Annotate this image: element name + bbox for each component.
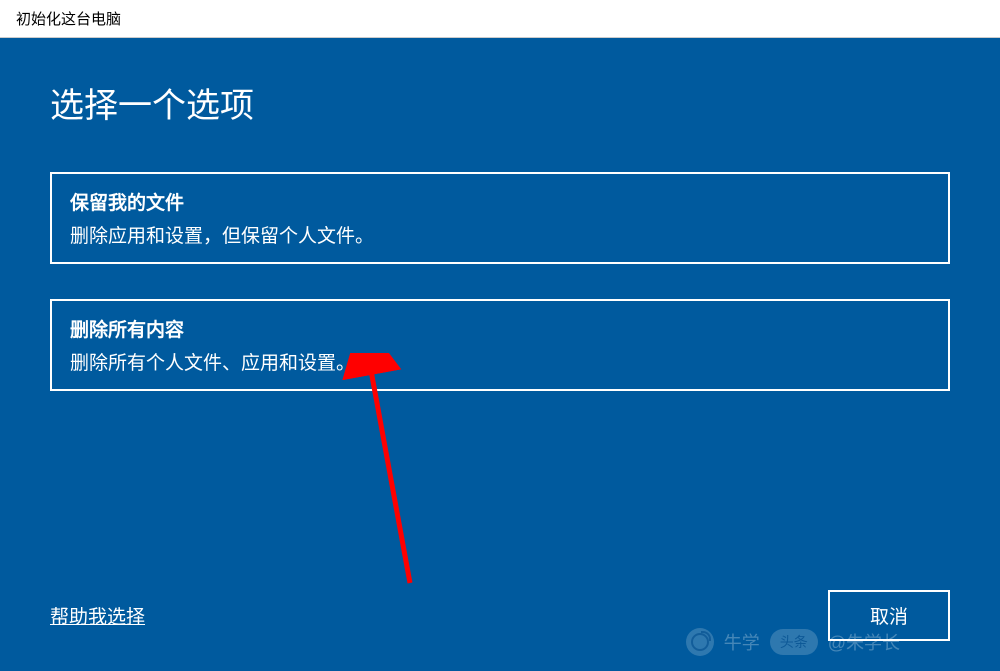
option-description: 删除所有个人文件、应用和设置。 <box>70 348 930 375</box>
watermark-author: @朱学长 <box>828 629 900 655</box>
weibo-icon <box>686 628 714 656</box>
option-description: 删除应用和设置，但保留个人文件。 <box>70 221 930 248</box>
window-titlebar: 初始化这台电脑 <box>0 0 1000 38</box>
red-arrow-annotation <box>270 353 470 613</box>
reset-pc-dialog: 初始化这台电脑 选择一个选项 保留我的文件 删除应用和设置，但保留个人文件。 删… <box>0 0 1000 671</box>
option-title: 保留我的文件 <box>70 188 930 215</box>
window-title: 初始化这台电脑 <box>16 11 121 28</box>
toutiao-badge: 头条 <box>770 629 818 655</box>
watermark-text: 牛学 <box>724 629 760 655</box>
option-title: 删除所有内容 <box>70 315 930 342</box>
page-heading: 选择一个选项 <box>50 78 950 127</box>
option-keep-files[interactable]: 保留我的文件 删除应用和设置，但保留个人文件。 <box>50 172 950 264</box>
watermark: 牛学 头条 @朱学长 <box>686 628 900 656</box>
help-me-choose-link[interactable]: 帮助我选择 <box>50 602 145 629</box>
dialog-content: 选择一个选项 保留我的文件 删除应用和设置，但保留个人文件。 删除所有内容 删除… <box>0 38 1000 671</box>
option-remove-everything[interactable]: 删除所有内容 删除所有个人文件、应用和设置。 <box>50 299 950 391</box>
